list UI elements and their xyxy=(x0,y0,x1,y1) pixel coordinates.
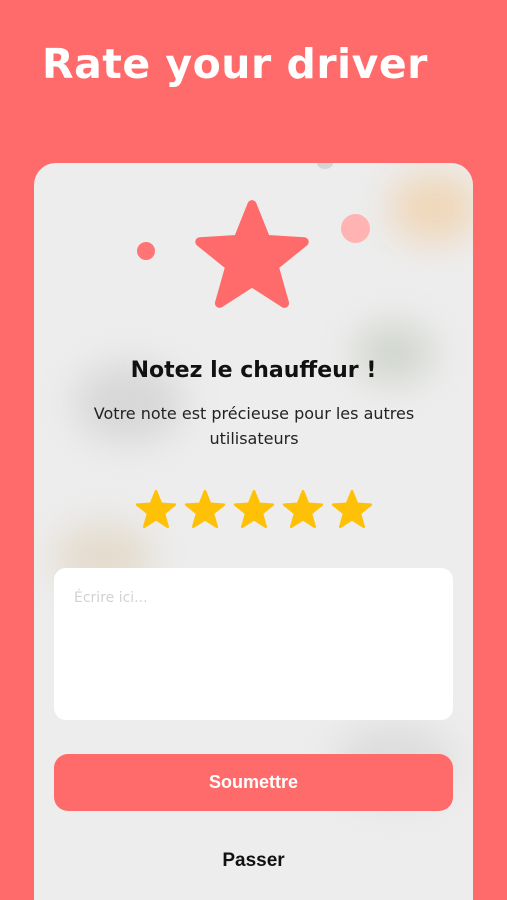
background-blur xyxy=(389,173,473,243)
rating-star-icon[interactable] xyxy=(135,489,177,529)
decorative-dot xyxy=(317,163,333,169)
rating-star-icon[interactable] xyxy=(233,489,275,529)
page-title: Rate your driver xyxy=(42,40,428,88)
rating-card: Notez le chauffeur ! Votre note est préc… xyxy=(34,163,473,900)
star-rating[interactable] xyxy=(34,489,473,529)
rating-star-icon[interactable] xyxy=(331,489,373,529)
card-subtitle: Votre note est précieuse pour les autres… xyxy=(93,404,415,448)
card-heading: Notez le chauffeur ! xyxy=(130,358,377,383)
skip-button[interactable]: Passer xyxy=(34,850,473,872)
star-icon xyxy=(195,200,309,308)
comment-input[interactable] xyxy=(54,568,453,720)
rating-star-icon[interactable] xyxy=(184,489,226,529)
decorative-dot xyxy=(137,242,155,260)
decorative-dot xyxy=(341,214,370,243)
rating-star-icon[interactable] xyxy=(282,489,324,529)
submit-button[interactable]: Soumettre xyxy=(54,754,453,811)
